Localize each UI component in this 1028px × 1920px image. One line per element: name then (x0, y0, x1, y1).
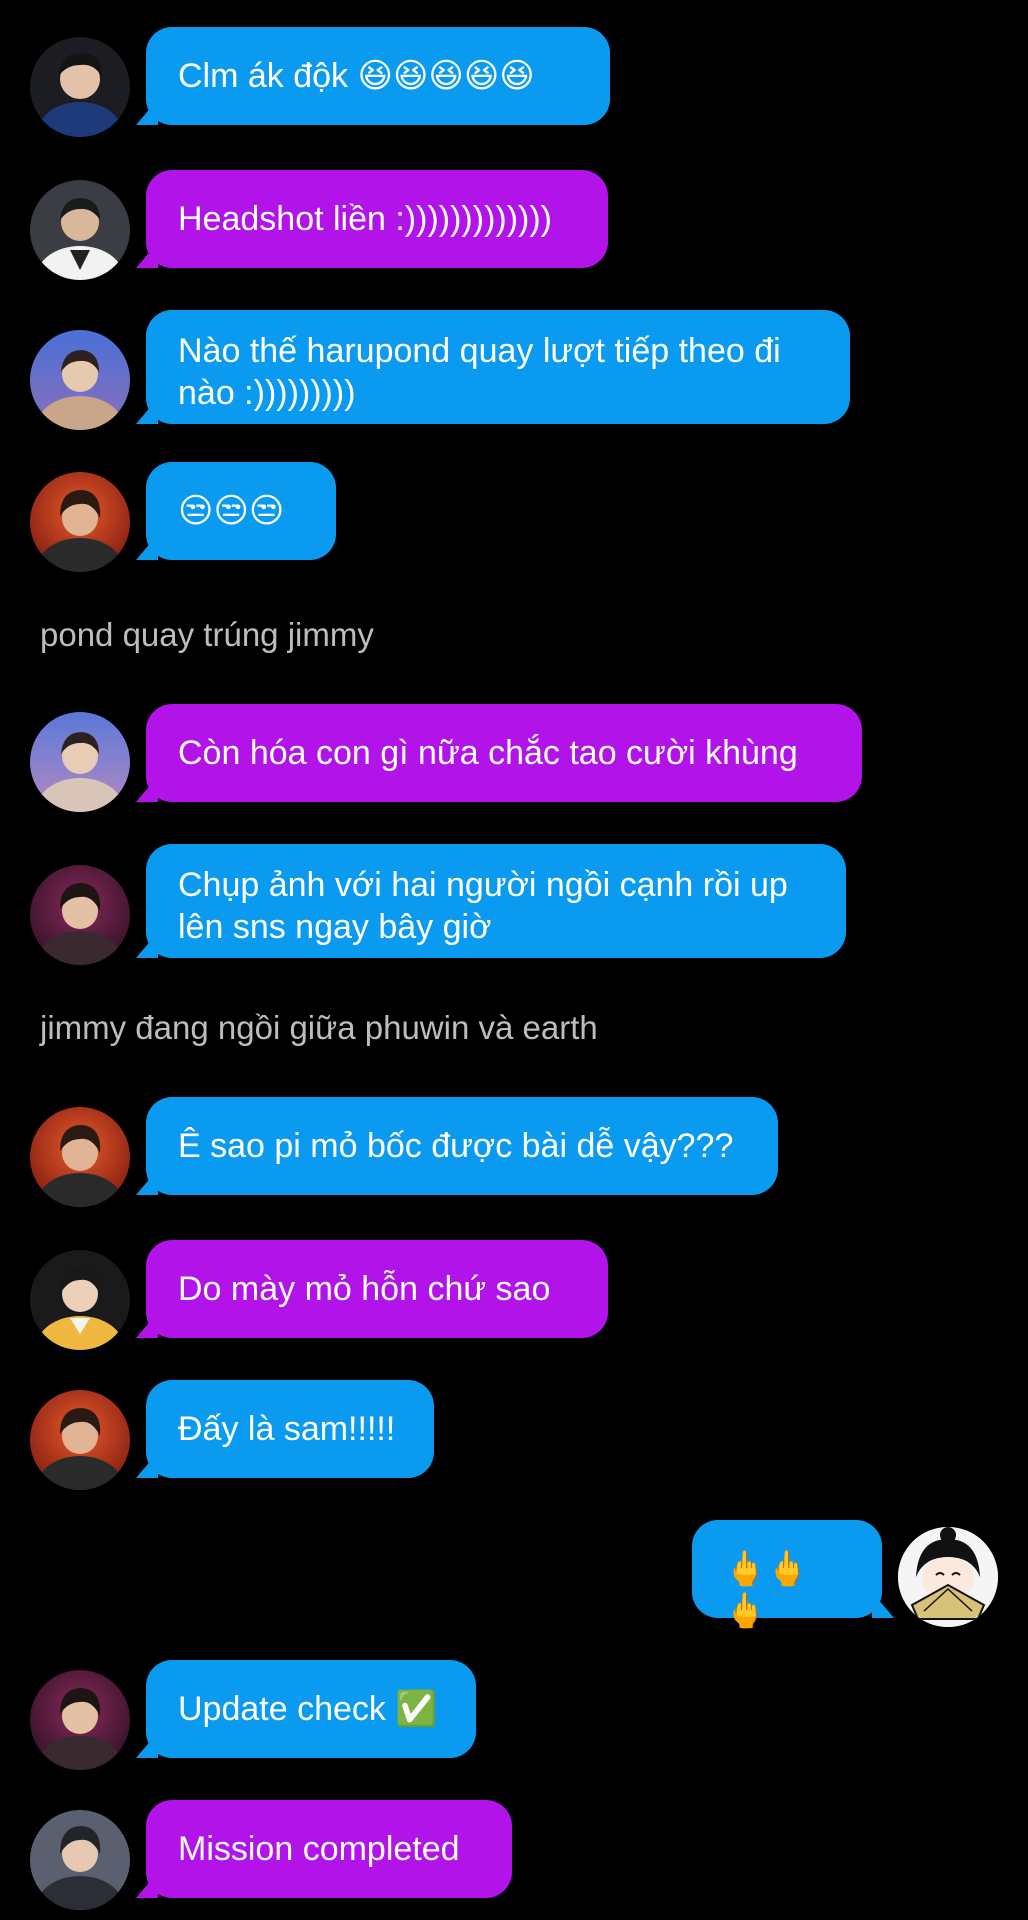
message-row: Ê sao pi mỏ bốc được bài dễ vậy??? (0, 1095, 1028, 1210)
bubble-tail (136, 99, 158, 125)
bubble-tail (136, 932, 158, 958)
message-text: Còn hóa con gì nữa chắc tao cười khùng (178, 734, 798, 772)
message-bubble[interactable]: Ê sao pi mỏ bốc được bài dễ vậy??? (146, 1097, 778, 1195)
message-bubble[interactable]: Update check ✅ (146, 1660, 476, 1758)
avatar[interactable] (30, 1810, 130, 1910)
avatar[interactable] (30, 472, 130, 572)
avatar[interactable] (30, 1107, 130, 1207)
message-row: Update check ✅ (0, 1655, 1028, 1775)
message-row: Mission completed (0, 1795, 1028, 1915)
avatar[interactable] (30, 37, 130, 137)
narration-text: pond quay trúng jimmy (40, 616, 374, 653)
avatar[interactable] (30, 865, 130, 965)
message-row: Clm ák độk 😆😆😆😆😆 (0, 25, 1028, 137)
avatar-self[interactable] (898, 1527, 998, 1627)
message-row: Còn hóa con gì nữa chắc tao cười khùng (0, 700, 1028, 815)
message-text: Headshot liền :))))))))))))) (178, 200, 552, 238)
message-bubble[interactable]: 😒😒😒 (146, 462, 336, 560)
message-bubble[interactable]: Clm ák độk 😆😆😆😆😆 (146, 27, 610, 125)
message-text: Clm ák độk 😆😆😆😆😆 (178, 57, 535, 95)
message-bubble[interactable]: Do mày mỏ hỗn chứ sao (146, 1240, 608, 1338)
bubble-tail (872, 1592, 894, 1618)
message-text: Nào thế harupond quay lượt tiếp theo đi … (178, 332, 781, 412)
chat-thread: Clm ák độk 😆😆😆😆😆 Headshot liền :))))))))… (0, 0, 1028, 1920)
message-bubble[interactable]: Còn hóa con gì nữa chắc tao cười khùng (146, 704, 862, 802)
message-text: Update check ✅ (178, 1690, 438, 1728)
message-bubble[interactable]: Chụp ảnh với hai người ngồi cạnh rồi up … (146, 844, 846, 958)
message-text: Mission completed (178, 1830, 460, 1868)
bubble-tail (136, 1452, 158, 1478)
message-text: Chụp ảnh với hai người ngồi cạnh rồi up … (178, 866, 788, 946)
message-text: Đấy là sam!!!!! (178, 1410, 396, 1448)
avatar[interactable] (30, 330, 130, 430)
message-row: Đấy là sam!!!!! (0, 1375, 1028, 1490)
avatar[interactable] (30, 1670, 130, 1770)
avatar[interactable] (30, 712, 130, 812)
message-text: Ê sao pi mỏ bốc được bài dễ vậy??? (178, 1127, 734, 1165)
avatar[interactable] (30, 1250, 130, 1350)
avatar[interactable] (30, 1390, 130, 1490)
message-row: 😒😒😒 (0, 460, 1028, 575)
message-bubble[interactable]: Nào thế harupond quay lượt tiếp theo đi … (146, 310, 850, 424)
narration-text: jimmy đang ngồi giữa phuwin và earth (40, 1009, 598, 1046)
bubble-tail (136, 398, 158, 424)
message-text: Do mày mỏ hỗn chứ sao (178, 1270, 551, 1308)
message-row: Nào thế harupond quay lượt tiếp theo đi … (0, 305, 1028, 430)
bubble-tail (136, 242, 158, 268)
bubble-tail (136, 1872, 158, 1898)
bubble-tail (136, 534, 158, 560)
message-row-self: 🖕🖕🖕 (0, 1515, 1028, 1635)
message-row: Chụp ảnh với hai người ngồi cạnh rồi up … (0, 840, 1028, 970)
bubble-tail (136, 1169, 158, 1195)
message-text: 😒😒😒 (178, 492, 285, 530)
message-bubble[interactable]: 🖕🖕🖕 (692, 1520, 882, 1630)
message-bubble[interactable]: Headshot liền :))))))))))))) (146, 170, 608, 268)
avatar[interactable] (30, 180, 130, 280)
bubble-tail (136, 1312, 158, 1338)
message-row: Headshot liền :))))))))))))) (0, 165, 1028, 280)
message-bubble[interactable]: Đấy là sam!!!!! (146, 1380, 434, 1478)
message-text: 🖕🖕🖕 (724, 1550, 809, 1630)
message-bubble[interactable]: Mission completed (146, 1800, 512, 1898)
message-row: Do mày mỏ hỗn chứ sao (0, 1235, 1028, 1350)
bubble-tail (136, 776, 158, 802)
bubble-tail (136, 1732, 158, 1758)
